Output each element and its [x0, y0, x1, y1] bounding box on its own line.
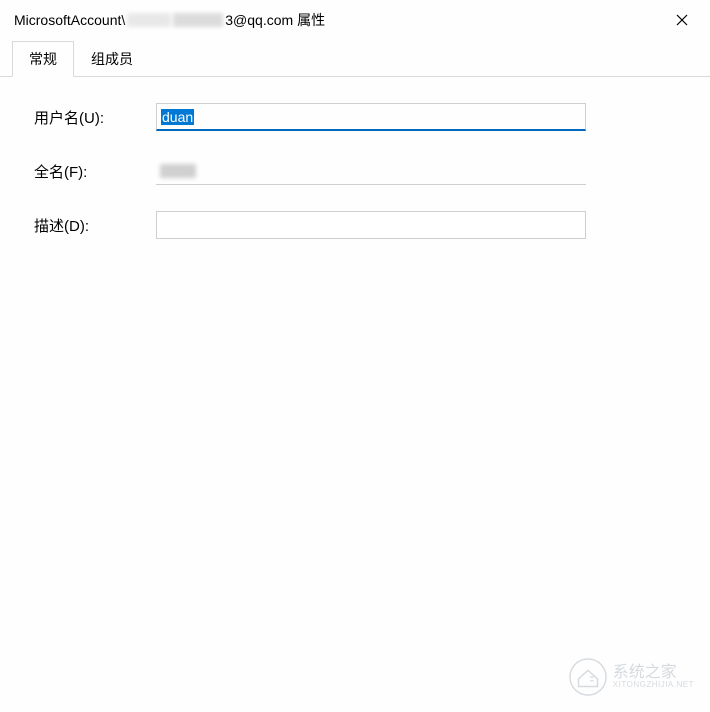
watermark-text: 系统之家 XITONGZHIJIA.NET: [613, 664, 694, 690]
title-suffix: 3@qq.com 属性: [225, 10, 325, 30]
watermark: 系统之家 XITONGZHIJIA.NET: [569, 658, 694, 696]
username-value: duan: [161, 109, 194, 125]
row-fullname: 全名(F):: [34, 157, 676, 185]
titlebar: MicrosoftAccount\ 3@qq.com 属性: [0, 0, 710, 40]
title-prefix: MicrosoftAccount\: [14, 12, 125, 28]
username-input[interactable]: duan: [156, 103, 586, 131]
row-description: 描述(D):: [34, 211, 676, 239]
watermark-sub: XITONGZHIJIA.NET: [613, 681, 694, 690]
watermark-main: 系统之家: [613, 664, 694, 682]
tab-panel-general: 用户名(U): duan 全名(F): 描述(D):: [0, 77, 710, 291]
description-label: 描述(D):: [34, 215, 156, 236]
fullname-label: 全名(F):: [34, 161, 156, 182]
fullname-redacted: [160, 164, 196, 178]
watermark-house-icon: [569, 658, 607, 696]
description-input[interactable]: [156, 211, 586, 239]
tab-strip: 常规 组成员: [0, 40, 710, 77]
fullname-input[interactable]: [156, 157, 586, 185]
close-icon: [676, 14, 688, 26]
title-redacted-2: [173, 13, 223, 27]
username-label: 用户名(U):: [34, 107, 156, 128]
window-title: MicrosoftAccount\ 3@qq.com 属性: [14, 10, 325, 30]
tab-members[interactable]: 组成员: [74, 41, 150, 77]
row-username: 用户名(U): duan: [34, 103, 676, 131]
title-redacted-1: [127, 13, 171, 27]
tab-general[interactable]: 常规: [12, 41, 74, 77]
close-button[interactable]: [660, 5, 704, 35]
